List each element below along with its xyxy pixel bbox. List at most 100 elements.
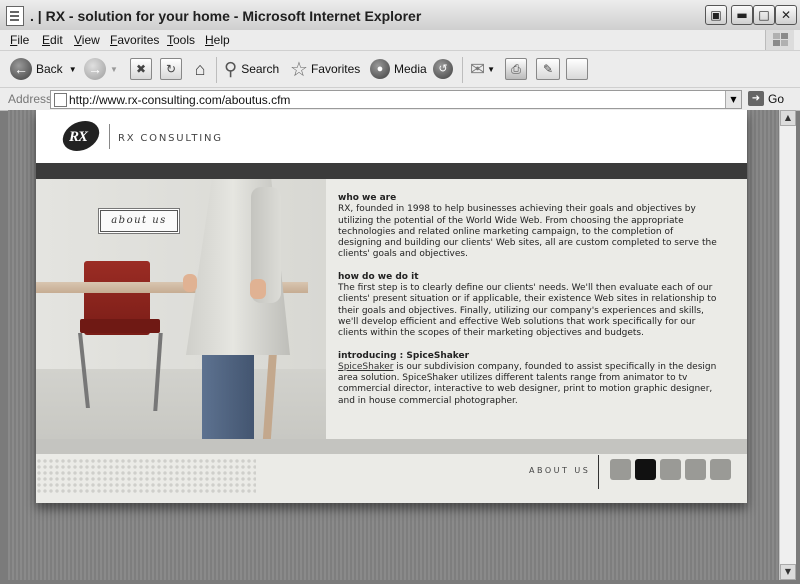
section-how-we-do-it: how do we do it The first step is to cle… [338,272,718,340]
logo-text: RX [69,129,88,145]
search-button[interactable]: ⚲ Search [224,57,279,81]
print-icon: ⎙ [505,58,527,80]
footer-nav-square[interactable] [660,459,681,480]
media-button[interactable]: ● Media [370,57,427,81]
search-label: Search [241,62,280,76]
forward-button[interactable]: → ▼ [84,57,118,81]
menu-edit[interactable]: Edit [42,33,63,47]
footer-nav-square[interactable] [635,459,656,480]
address-label: Address [8,92,53,106]
photo-floor [36,369,326,439]
menu-bar: File Edit View Favorites Tools Help [0,30,800,51]
menu-view[interactable]: View [74,33,100,47]
home-button[interactable]: ⌂ [190,57,210,81]
menu-favorites[interactable]: Favorites [110,33,159,47]
forward-arrow-icon: → [84,58,106,80]
go-button[interactable]: ➜ Go [748,91,784,106]
toolbar-separator [216,57,217,83]
rx-logo[interactable]: RX [57,115,105,157]
section-heading: who we are [338,193,397,203]
address-url: http://www.rx-consulting.com/aboutus.cfm [69,93,291,107]
section-heading: how do we do it [338,271,419,282]
footer-nav-label: ABOUT US [529,466,591,475]
header-divider [109,124,110,149]
brand-name: RX CONSULTING [118,133,223,144]
go-label: Go [768,91,785,106]
back-label: Back [36,62,63,76]
address-bar: Address http://www.rx-consulting.com/abo… [0,88,800,111]
footer-nav-square[interactable] [610,459,631,480]
person-jeans [202,355,254,439]
home-icon: ⌂ [194,59,206,79]
mail-button[interactable]: ✉ ▼ [470,57,495,81]
web-page: RX RX CONSULTING about us who we are RX, [36,110,747,503]
section-body: RX, founded in 1998 to help businesses a… [338,204,717,260]
favorites-label: Favorites [310,62,361,76]
footer-band [36,439,747,454]
page-icon [54,93,67,107]
section-heading: introducing : SpiceShaker [338,350,470,361]
windows-logo-icon [765,30,794,50]
site-footer: ABOUT US [36,454,747,503]
spiceshaker-text: is our subdivision company, founded to a… [338,361,717,406]
chevron-down-icon[interactable]: ▼ [69,65,77,74]
mail-icon: ✉ [470,58,486,79]
person-hand [250,279,266,299]
scroll-down-icon[interactable]: ▼ [780,564,796,580]
close-button[interactable]: ✕ [775,5,797,25]
chevron-down-icon: ▼ [110,64,118,74]
back-button[interactable]: ← Back ▼ [10,57,77,81]
footer-divider [598,455,599,489]
stop-button[interactable]: ✖ [130,57,152,81]
favorites-button[interactable]: ☆ Favorites [290,57,360,81]
history-button[interactable]: ↺ [433,57,457,81]
discuss-button[interactable] [566,57,588,81]
footer-nav-square[interactable] [710,459,731,480]
about-content: who we are RX, founded in 1998 to help b… [338,193,718,418]
go-arrow-icon: ➜ [748,91,764,106]
refresh-button[interactable]: ↻ [160,57,182,81]
window-title-bar[interactable]: . | RX - solution for your home - Micros… [0,0,800,31]
site-header: RX RX CONSULTING [36,110,747,163]
section-body: The first step is to clearly define our … [338,283,717,339]
menu-tools[interactable]: Tools [167,33,195,47]
search-icon: ⚲ [224,58,238,79]
chair-seat [80,319,160,333]
section-spiceshaker: introducing : SpiceShaker SpiceShaker is… [338,351,718,407]
about-us-button[interactable]: about us [100,210,178,232]
media-label: Media [394,62,427,76]
hero-photo: about us [36,179,326,439]
maximize-button[interactable]: □ [753,5,775,25]
menu-file[interactable]: File [10,33,29,47]
minimize-button[interactable]: ▬ [731,5,753,25]
edit-button[interactable]: ✎ [536,57,560,81]
discuss-note-icon [566,58,588,80]
back-arrow-icon: ← [10,58,32,80]
person-hand [183,274,197,292]
header-band [36,163,747,179]
standard-toolbar: ← Back ▼ → ▼ ✖ ↻ ⌂ ⚲ Search ☆ Favorites … [0,51,800,88]
toolbar-separator [462,57,463,83]
window-title: . | RX - solution for your home - Micros… [30,8,422,24]
section-body: SpiceShaker is our subdivision company, … [338,362,718,407]
history-icon: ↺ [433,59,453,79]
address-input[interactable]: http://www.rx-consulting.com/aboutus.cfm… [50,90,742,109]
spiceshaker-link[interactable]: SpiceShaker [338,362,393,372]
favorites-star-icon: ☆ [290,58,308,81]
dot-pattern [36,458,256,494]
refresh-icon: ↻ [160,58,182,80]
chevron-down-icon: ▼ [487,64,496,74]
restore-button[interactable]: ▣ [705,5,727,25]
scroll-up-icon[interactable]: ▲ [780,110,796,126]
media-globe-icon: ● [370,59,390,79]
section-who-we-are: who we are RX, founded in 1998 to help b… [338,193,718,261]
browser-viewport[interactable]: RX RX CONSULTING about us who we are RX, [8,110,779,580]
menu-help[interactable]: Help [205,33,230,47]
vertical-scrollbar[interactable]: ▲ ▼ [779,110,796,580]
address-dropdown-icon[interactable]: ▼ [725,91,741,108]
ie-document-icon [6,6,24,26]
print-button[interactable]: ⎙ [505,57,527,81]
edit-icon: ✎ [536,58,560,80]
footer-nav-square[interactable] [685,459,706,480]
stop-icon: ✖ [130,58,152,80]
